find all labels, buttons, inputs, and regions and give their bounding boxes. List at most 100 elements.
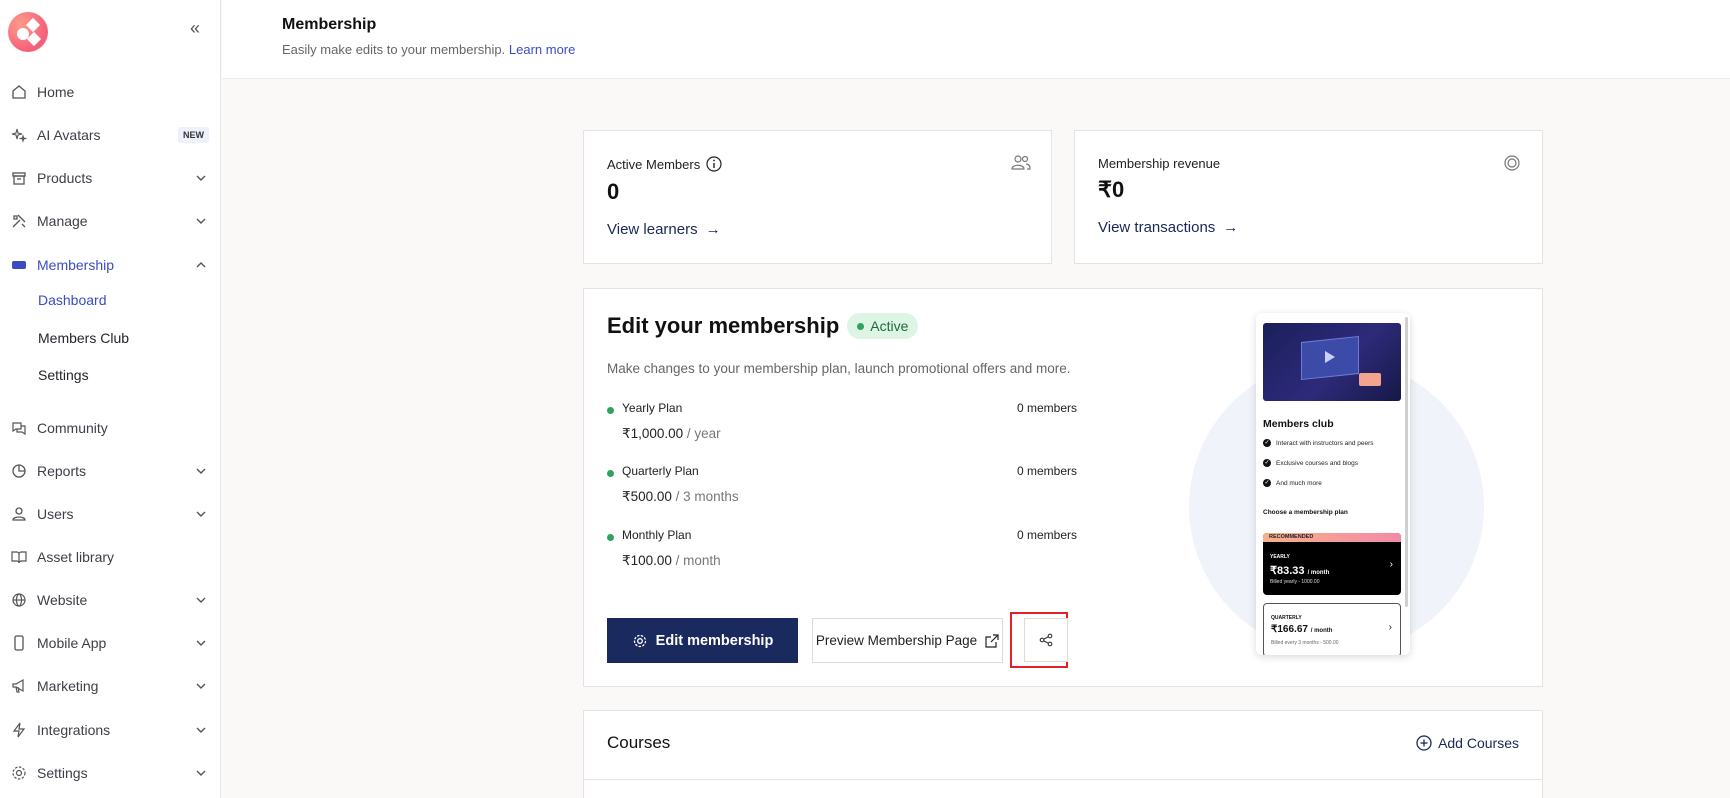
- plan-name: Quarterly Plan: [622, 464, 699, 478]
- sidebar-item-label: Users: [37, 506, 74, 522]
- chevron-down-icon[interactable]: [194, 464, 208, 478]
- check-icon: ✓: [1263, 479, 1271, 487]
- plan-name: Yearly Plan: [622, 401, 683, 415]
- preview-feature-text: Interact with instructors and peers: [1276, 439, 1374, 447]
- chevron-down-icon[interactable]: [194, 214, 208, 228]
- membership-revenue-card: Membership revenue ₹0 View transactions …: [1074, 130, 1543, 264]
- logo[interactable]: [8, 12, 48, 52]
- edit-membership-button[interactable]: Edit membership: [607, 618, 798, 663]
- chevron-down-icon[interactable]: [194, 679, 208, 693]
- gear-icon: [633, 634, 646, 647]
- plan-row: Quarterly Plan 0 members ₹500.00 / 3 mon…: [607, 464, 1077, 506]
- plan-price: ₹500.00 / 3 months: [622, 489, 739, 505]
- sidebar-item-marketing[interactable]: Marketing: [0, 669, 220, 703]
- chevron-down-icon[interactable]: [194, 766, 208, 780]
- courses-title: Courses: [607, 733, 671, 752]
- tools-icon: [10, 212, 28, 230]
- new-badge: NEW: [178, 127, 209, 143]
- preview-quarterly-plan: QUARTERLY ₹166.67 / month Billed every 3…: [1263, 603, 1401, 655]
- sidebar-item-label: AI Avatars: [37, 127, 101, 143]
- sidebar-item-label: Asset library: [37, 549, 115, 565]
- sidebar-item-label: Mobile App: [37, 635, 107, 651]
- check-icon: ✓: [1263, 459, 1271, 467]
- learn-more-link[interactable]: Learn more: [509, 42, 575, 57]
- active-members-title: Active Members: [607, 156, 722, 172]
- chevron-down-icon[interactable]: [194, 171, 208, 185]
- sidebar-item-label: Home: [37, 84, 75, 100]
- globe-icon: [10, 591, 28, 609]
- sidebar-item-products[interactable]: Products: [0, 161, 220, 195]
- preview-quarterly-sub: Billed every 3 months - 500.00: [1271, 640, 1339, 646]
- view-transactions-link[interactable]: View transactions →: [1098, 219, 1238, 236]
- preview-yearly-price: ₹83.33 / month: [1270, 564, 1329, 577]
- status-dot: [857, 322, 865, 330]
- sidebar-item-label: Reports: [37, 463, 87, 479]
- sidebar-item-integrations[interactable]: Integrations: [0, 713, 220, 747]
- sidebar-sub-members-club[interactable]: Members Club: [38, 330, 129, 346]
- page-title: Membership: [282, 16, 377, 33]
- edit-membership-label: Edit membership: [655, 632, 774, 649]
- sidebar-item-reports[interactable]: Reports: [0, 454, 220, 488]
- plus-circle-icon: [1416, 735, 1432, 751]
- share-button[interactable]: [1024, 618, 1068, 662]
- edit-membership-card: Edit your membership Active Make changes…: [583, 288, 1543, 687]
- sidebar: « Home AI Avatars NEW Products Manage Me…: [0, 0, 221, 798]
- info-icon[interactable]: [706, 156, 722, 172]
- preview-banner-image: [1263, 323, 1401, 401]
- preview-feature: ✓ And much more: [1263, 479, 1322, 487]
- active-members-card: Active Members 0 View learners →: [583, 130, 1052, 264]
- sidebar-item-asset-library[interactable]: Asset library: [0, 540, 220, 574]
- sidebar-item-label: Integrations: [37, 722, 111, 738]
- preview-membership-page-button[interactable]: Preview Membership Page: [812, 618, 1003, 663]
- view-learners-link[interactable]: View learners →: [607, 221, 721, 238]
- sidebar-item-label: Community: [37, 420, 108, 436]
- plan-price-value: ₹500.00: [622, 489, 672, 504]
- preview-membership-label: Preview Membership Page: [815, 633, 978, 648]
- sidebar-item-community[interactable]: Community: [0, 411, 220, 445]
- sidebar-item-website[interactable]: Website: [0, 583, 220, 617]
- plan-price-value: ₹1,000.00: [622, 426, 684, 441]
- add-courses-button[interactable]: Add Courses: [1416, 735, 1519, 751]
- share-button-highlight: [1010, 612, 1068, 668]
- sidebar-item-label: Membership: [37, 257, 115, 273]
- active-members-label: Active Members: [607, 156, 701, 172]
- active-members-value: 0: [607, 179, 620, 204]
- preview-yearly-sub: Billed yearly - 1000.00: [1270, 579, 1320, 585]
- sidebar-item-membership[interactable]: Membership: [0, 248, 220, 282]
- sidebar-item-ai-avatars[interactable]: AI Avatars NEW: [0, 118, 220, 152]
- view-transactions-label: View transactions: [1098, 219, 1216, 236]
- subtitle-text: Easily make edits to your membership.: [282, 42, 506, 57]
- preview-scrollbar: [1405, 317, 1408, 607]
- preview-yearly-price-value: ₹83.33: [1270, 565, 1305, 577]
- edit-membership-description: Make changes to your membership plan, la…: [607, 361, 1071, 376]
- sparkle-icon: [10, 126, 28, 144]
- preview-quarterly-unit: / month: [1310, 628, 1333, 634]
- arrow-right-icon: →: [705, 221, 721, 238]
- double-chevron-left-icon[interactable]: «: [190, 18, 206, 38]
- external-link-icon: [985, 633, 999, 648]
- chevron-down-icon[interactable]: [194, 593, 208, 607]
- preview-quarterly-label: QUARTERLY: [1271, 615, 1302, 621]
- sidebar-item-home[interactable]: Home: [0, 75, 220, 109]
- chevron-up-icon[interactable]: [194, 258, 208, 272]
- sidebar-sub-dashboard[interactable]: Dashboard: [38, 292, 107, 308]
- users-icon: [1011, 155, 1031, 170]
- chevron-down-icon[interactable]: [194, 723, 208, 737]
- sidebar-item-settings[interactable]: Settings: [0, 756, 220, 790]
- plan-status-dot: [607, 470, 614, 477]
- preview-feature: ✓ Interact with instructors and peers: [1263, 439, 1374, 447]
- preview-yearly-label: YEARLY: [1270, 554, 1290, 560]
- sidebar-item-manage[interactable]: Manage: [0, 204, 220, 238]
- megaphone-icon: [10, 677, 28, 695]
- gear-icon: [10, 764, 28, 782]
- chevron-down-icon[interactable]: [194, 507, 208, 521]
- plan-name: Monthly Plan: [622, 528, 692, 542]
- mobile-icon: [10, 634, 28, 652]
- preview-feature-text: And much more: [1276, 479, 1322, 487]
- sidebar-item-mobile-app[interactable]: Mobile App: [0, 626, 220, 660]
- chevron-down-icon[interactable]: [194, 636, 208, 650]
- sidebar-item-users[interactable]: Users: [0, 497, 220, 531]
- sidebar-sub-settings[interactable]: Settings: [38, 367, 89, 383]
- sidebar-item-label: Settings: [37, 765, 88, 781]
- plan-row: Yearly Plan 0 members ₹1,000.00 / year: [607, 401, 1077, 443]
